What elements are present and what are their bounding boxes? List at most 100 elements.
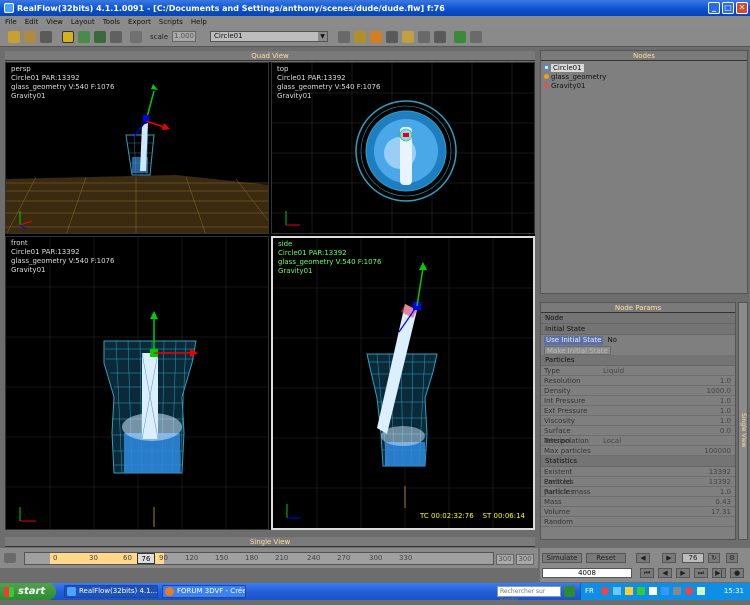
- menu-edit[interactable]: Edit: [25, 18, 39, 26]
- tray-icon[interactable]: [685, 587, 693, 595]
- node-params-header[interactable]: Node Params: [541, 303, 735, 313]
- search-go-icon[interactable]: [564, 586, 575, 597]
- initial-state-section[interactable]: Initial State: [541, 324, 735, 335]
- menu-layout[interactable]: Layout: [71, 18, 95, 26]
- param-row[interactable]: Interpolation Local: [541, 436, 735, 446]
- tray-icon[interactable]: [637, 587, 645, 595]
- param-row[interactable]: Int Pressure 1.0: [541, 396, 735, 406]
- node-section[interactable]: Node: [541, 313, 735, 324]
- task-realflow[interactable]: RealFlow(32bits) 4.1....: [64, 585, 158, 598]
- param-row[interactable]: Density 1000.0: [541, 386, 735, 396]
- param-value[interactable]: 1.0: [599, 416, 735, 425]
- minimize-button[interactable]: _: [708, 2, 720, 14]
- layout-grid-icon[interactable]: [454, 31, 466, 43]
- menu-tools[interactable]: Tools: [103, 18, 120, 26]
- maximize-button[interactable]: □: [722, 2, 734, 14]
- particles-section[interactable]: Particles: [541, 355, 735, 366]
- menu-file[interactable]: File: [5, 18, 17, 26]
- prev-frame-icon[interactable]: ◀: [658, 568, 672, 578]
- frame-field[interactable]: 76: [682, 553, 704, 563]
- node-select-combo[interactable]: Circle01 ▼: [210, 31, 328, 42]
- simulate-button[interactable]: Simulate: [542, 553, 582, 563]
- param-value[interactable]: 17.31: [599, 507, 735, 516]
- param-row[interactable]: Volume 17.31: [541, 507, 735, 517]
- single-view-side-tab[interactable]: Single View: [738, 302, 748, 540]
- param-value[interactable]: Local: [599, 436, 735, 445]
- param-value[interactable]: [599, 517, 735, 526]
- param-row[interactable]: Particle mass 1.0: [541, 487, 735, 497]
- param-row[interactable]: Type Liquid: [541, 366, 735, 376]
- param-value[interactable]: 1.0: [599, 396, 735, 405]
- tray-icon[interactable]: [625, 587, 633, 595]
- scale-tool-icon[interactable]: [110, 31, 122, 43]
- last-frame-icon[interactable]: ⏭: [694, 568, 708, 578]
- move-tool-icon[interactable]: [78, 31, 90, 43]
- param-value[interactable]: 0.0: [599, 426, 735, 435]
- tray-icon[interactable]: [661, 587, 669, 595]
- make-initial-state-button[interactable]: Make Initial State: [544, 345, 611, 355]
- layout-options-icon[interactable]: [470, 31, 482, 43]
- node-item-gravity01[interactable]: Gravity01: [544, 81, 606, 90]
- scale-input[interactable]: 1.000: [172, 31, 196, 42]
- param-row[interactable]: Resolution 1.0: [541, 376, 735, 386]
- tray-icon[interactable]: [697, 587, 705, 595]
- viewport-persp[interactable]: persp Circle01 PAR:13392 glass_geometry …: [5, 62, 269, 234]
- viewport-side[interactable]: side Circle01 PAR:13392 glass_geometry V…: [271, 236, 535, 530]
- use-initial-state-value[interactable]: No: [607, 336, 617, 344]
- node-item-circle01[interactable]: Circle01: [544, 63, 606, 72]
- param-value[interactable]: 1000.0: [599, 386, 735, 395]
- param-value[interactable]: 1.0: [599, 487, 735, 496]
- constraint-icon[interactable]: [386, 31, 398, 43]
- start-button[interactable]: start: [0, 583, 56, 600]
- menu-view[interactable]: View: [46, 18, 63, 26]
- chevron-down-icon[interactable]: ▼: [318, 32, 327, 41]
- first-frame-icon[interactable]: ⏮: [640, 568, 654, 578]
- quad-view-header[interactable]: Quad View: [5, 51, 535, 61]
- current-frame-marker[interactable]: 76: [137, 553, 155, 564]
- param-row[interactable]: Existent Particles 13392: [541, 467, 735, 486]
- param-value[interactable]: 13392: [599, 477, 735, 486]
- play-icon[interactable]: ▶: [662, 553, 676, 563]
- save-scene-icon[interactable]: [40, 31, 52, 43]
- new-scene-icon[interactable]: [8, 31, 20, 43]
- link-tool-icon[interactable]: [130, 31, 142, 43]
- tray-icon[interactable]: [601, 587, 609, 595]
- tray-icon[interactable]: [613, 587, 621, 595]
- param-value[interactable]: Liquid: [599, 366, 735, 375]
- tray-icon[interactable]: [673, 587, 681, 595]
- node-item-glass-geometry[interactable]: glass_geometry: [544, 72, 606, 81]
- max-frame-field[interactable]: 300: [516, 554, 534, 565]
- param-row[interactable]: Viscosity 1.0: [541, 416, 735, 426]
- play-back-icon[interactable]: ◀: [636, 553, 650, 563]
- param-row[interactable]: Ext Pressure 1.0: [541, 406, 735, 416]
- loop-icon[interactable]: ↻: [708, 553, 720, 563]
- next-frame-icon[interactable]: ▶: [676, 568, 690, 578]
- object-icon[interactable]: [370, 31, 382, 43]
- tray-icon[interactable]: [649, 587, 657, 595]
- param-value[interactable]: 1.0: [599, 406, 735, 415]
- timeline-menu-icon[interactable]: [4, 553, 16, 563]
- daemon-icon[interactable]: [354, 31, 366, 43]
- param-value[interactable]: 1.0: [599, 376, 735, 385]
- task-firefox[interactable]: FORUM 3DVF - Créer ...: [162, 585, 246, 598]
- reset-button[interactable]: Reset: [586, 553, 626, 563]
- param-row[interactable]: Surface Tension 0.0: [541, 426, 735, 445]
- step-icon[interactable]: ▶|: [712, 568, 726, 578]
- settings-icon[interactable]: ⚙: [726, 553, 738, 563]
- timeline-bar[interactable]: 0 30 60 90 120 150 180 210 240 270 300 3…: [24, 552, 494, 565]
- param-value[interactable]: 0.43: [599, 497, 735, 506]
- end-frame-field[interactable]: 300: [496, 554, 514, 565]
- menu-scripts[interactable]: Scripts: [159, 18, 183, 26]
- menu-export[interactable]: Export: [128, 18, 151, 26]
- record-icon[interactable]: ●: [730, 568, 744, 578]
- rotate-tool-icon[interactable]: [94, 31, 106, 43]
- rigidbody-icon[interactable]: [434, 31, 446, 43]
- open-scene-icon[interactable]: [24, 31, 36, 43]
- viewport-top[interactable]: top Circle01 PAR:13392 glass_geometry V:…: [271, 62, 535, 234]
- statistics-section[interactable]: Statistics: [541, 456, 735, 467]
- close-button[interactable]: ✕: [736, 2, 748, 14]
- viewport-front[interactable]: front Circle01 PAR:13392 glass_geometry …: [5, 236, 269, 530]
- select-tool-icon[interactable]: [62, 31, 74, 43]
- param-row[interactable]: Mass 0.43: [541, 497, 735, 507]
- search-input[interactable]: Rechercher sur Fordin: [497, 586, 561, 604]
